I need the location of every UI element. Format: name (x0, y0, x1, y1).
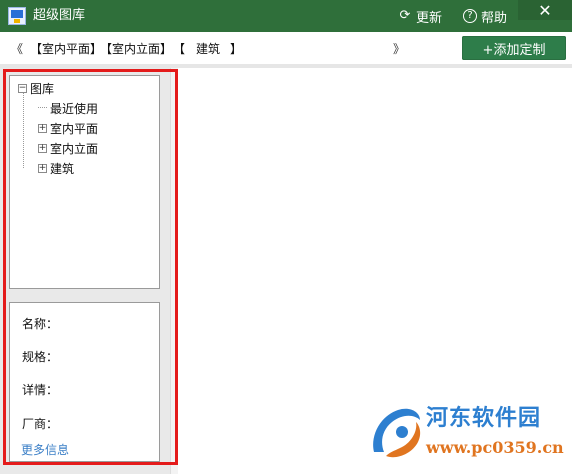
breadcrumb-interior-plan[interactable]: 【室内平面】 (30, 40, 102, 57)
breadcrumb-close-bracket: 】 (230, 42, 243, 56)
scroll-left-button[interactable]: 《 (11, 40, 23, 57)
refresh-icon: ⟳ (399, 8, 411, 23)
update-button[interactable]: ⟳ 更新 (398, 7, 443, 26)
app-icon (8, 7, 26, 25)
help-button[interactable]: ? 帮助 (463, 7, 508, 26)
window-title: 超级图库 (33, 8, 86, 23)
breadcrumb-interior-elevation[interactable]: 【室内立面】 (100, 40, 172, 57)
close-icon: ✕ (538, 0, 552, 20)
add-custom-button[interactable]: +添加定制 (462, 36, 566, 60)
scroll-right-button[interactable]: 》 (393, 40, 405, 57)
watermark-url: www.pc0359.cn (426, 438, 564, 457)
title-bar: 超级图库 ⟳ 更新 ? 帮助 ✕ (0, 0, 572, 32)
watermark-logo-icon (373, 408, 421, 458)
watermark-title: 河东软件园 (426, 405, 542, 431)
breadcrumb-architecture[interactable]: 建筑 (196, 40, 220, 57)
highlight-box (3, 69, 178, 465)
help-label: 帮助 (481, 10, 508, 26)
help-icon: ? (463, 9, 477, 23)
breadcrumb-open-bracket: 【 (173, 42, 186, 56)
watermark: 河东软件园 www.pc0359.cn (366, 400, 566, 468)
update-label: 更新 (416, 10, 443, 26)
close-button[interactable]: ✕ (518, 0, 572, 20)
